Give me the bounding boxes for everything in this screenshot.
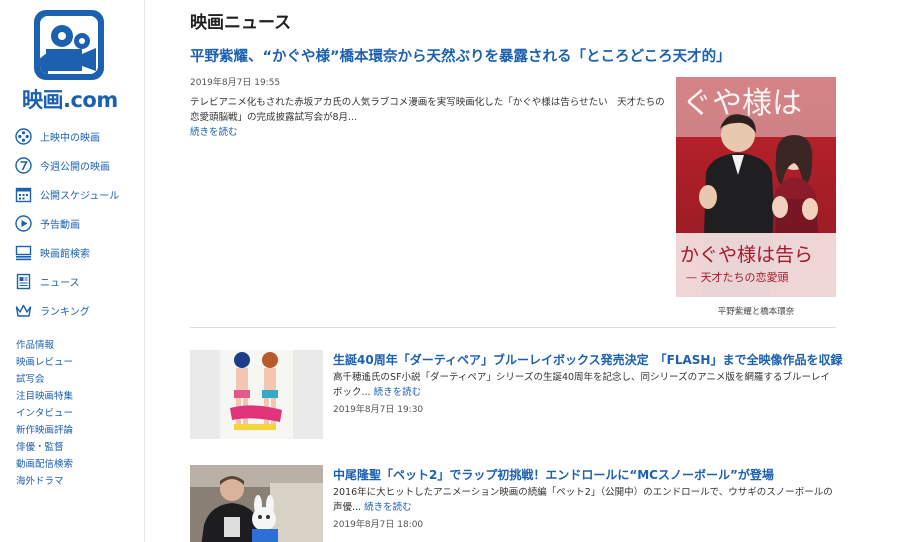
sidebar-link-critiques[interactable]: 新作映画評論: [16, 422, 73, 439]
poster-text-sub: — 天才たちの恋愛頭: [686, 270, 789, 284]
sidebar-item-label: ニュース: [40, 278, 80, 289]
article-date: 2019年8月7日 18:00: [333, 520, 424, 530]
sidebar-item-label: 公開スケジュール: [40, 191, 120, 202]
film-reel-icon: [14, 128, 32, 146]
sidebar-item-label: 上映中の映画: [40, 133, 100, 144]
theater-icon: [14, 244, 32, 262]
feature-article-date: 2019年8月7日 19:55: [190, 78, 281, 88]
sidebar-link-streaming[interactable]: 動画配信検索: [16, 456, 73, 473]
calendar-icon: [14, 186, 32, 204]
read-more-link[interactable]: 続きを読む: [374, 387, 422, 398]
site-logo-icon[interactable]: [34, 10, 104, 80]
sidebar-link-screenings[interactable]: 試写会: [16, 371, 73, 388]
sidebar-links: 作品情報 映画レビュー 試写会 注目映画特集 インタビュー 新作映画評論 俳優・…: [16, 337, 73, 490]
sidebar-item-label: 予告動画: [40, 220, 80, 231]
sidebar-link-reviews[interactable]: 映画レビュー: [16, 354, 73, 371]
sidebar-item-label: 映画館検索: [40, 249, 90, 260]
page-title: 映画ニュース: [190, 13, 292, 33]
feature-article-title[interactable]: 平野紫耀、“かぐや様”橋本環奈から天然ぶりを暴露される「ところどころ天才的」: [190, 45, 731, 66]
sidebar-link-cast-directors[interactable]: 俳優・監督: [16, 439, 73, 456]
feature-image-caption: 平野紫耀と橋本環奈: [717, 307, 795, 317]
article-summary: 高千穂遙氏のSF小説「ダーティペア」シリーズの生誕40周年を記念し、同シリーズの…: [333, 370, 838, 400]
article-summary: 2016年に大ヒットしたアニメーション映画の続編「ペット2」（公開中）のエンドロ…: [333, 485, 838, 515]
sidebar-item-trailers[interactable]: 予告動画: [14, 209, 119, 238]
sidebar-item-theater-search[interactable]: 映画館検索: [14, 238, 119, 267]
number-seven-icon: [14, 157, 32, 175]
sidebar: 映画.com 上映中の映画 今週公開の映画 公開スケジュール 予告動画 映画館検…: [0, 0, 145, 542]
feature-article-summary: テレビアニメ化もされた赤坂アカ氏の人気ラブコメ漫画を実写映画化した「かぐや様は告…: [190, 95, 668, 140]
sidebar-link-interviews[interactable]: インタビュー: [16, 405, 73, 422]
article-date: 2019年8月7日 19:30: [333, 405, 424, 415]
play-icon: [14, 215, 32, 233]
crown-icon: [14, 302, 32, 320]
sidebar-item-ranking[interactable]: ランキング: [14, 296, 119, 325]
sidebar-link-features[interactable]: 注目映画特集: [16, 388, 73, 405]
sidebar-item-news[interactable]: ニュース: [14, 267, 119, 296]
poster-text-mid: かぐや様は告ら: [680, 244, 813, 266]
article-thumbnail[interactable]: [190, 465, 323, 542]
sidebar-link-works[interactable]: 作品情報: [16, 337, 73, 354]
feature-article-image[interactable]: ぐや様は かぐや様は告ら — 天才たちの恋愛頭: [676, 77, 836, 297]
divider: [190, 327, 836, 328]
read-more-link[interactable]: 続きを読む: [190, 127, 238, 138]
sidebar-link-overseas-drama[interactable]: 海外ドラマ: [16, 473, 73, 490]
sidebar-item-label: 今週公開の映画: [40, 162, 110, 173]
news-icon: [14, 273, 32, 291]
sidebar-nav: 上映中の映画 今週公開の映画 公開スケジュール 予告動画 映画館検索 ニュース …: [14, 122, 119, 325]
sidebar-item-schedule[interactable]: 公開スケジュール: [14, 180, 119, 209]
article-title[interactable]: 中尾隆聖「ペット2」でラップ初挑戦！エンドロールに“MCスノーボール”が登場: [333, 466, 774, 483]
sidebar-item-label: ランキング: [40, 307, 90, 318]
sidebar-item-now-showing[interactable]: 上映中の映画: [14, 122, 119, 151]
sidebar-item-this-week[interactable]: 今週公開の映画: [14, 151, 119, 180]
article-thumbnail[interactable]: [190, 350, 323, 439]
read-more-link[interactable]: 続きを読む: [364, 502, 412, 513]
article-title[interactable]: 生誕40周年「ダーティペア」ブルーレイボックス発売決定 「FLASH」まで全映像…: [333, 351, 842, 368]
feature-article-body: テレビアニメ化もされた赤坂アカ氏の人気ラブコメ漫画を実写映画化した「かぐや様は告…: [190, 97, 665, 123]
site-logo-text[interactable]: 映画.com: [22, 84, 118, 114]
